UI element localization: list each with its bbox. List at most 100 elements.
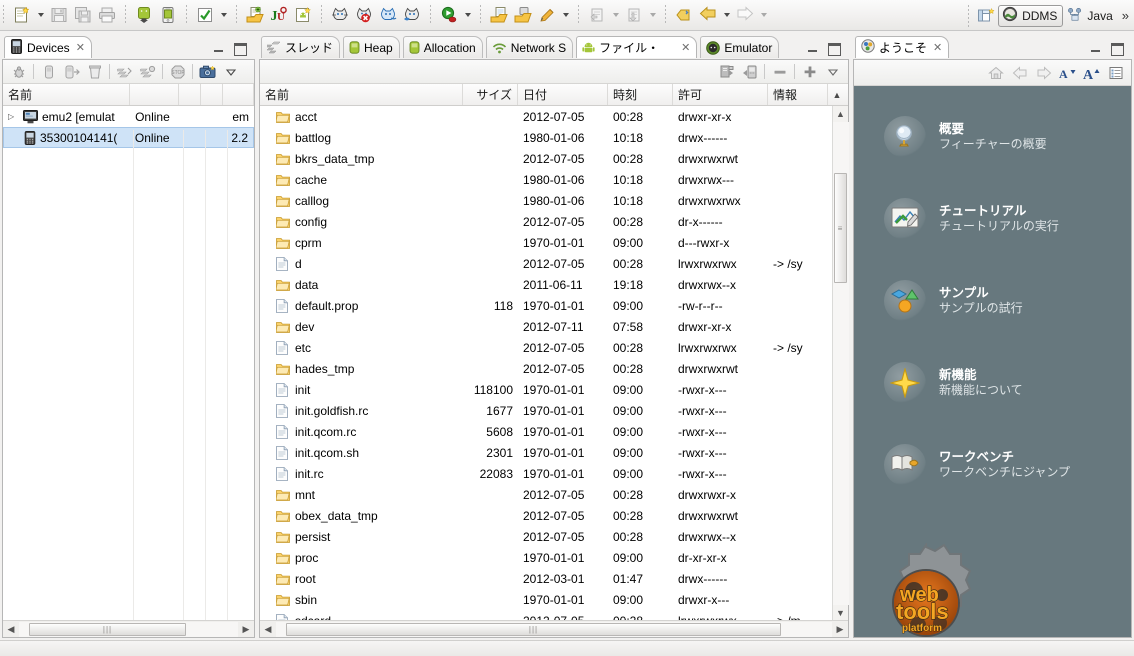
devices-column-header[interactable] <box>201 84 223 105</box>
font-larger-icon[interactable]: A <box>1081 62 1103 84</box>
last-edit-location-icon[interactable] <box>672 3 696 27</box>
devices-hscrollbar[interactable]: ◀ ||| ▶ <box>3 620 254 637</box>
explorer-table-row[interactable]: init.qcom.sh 2301 1970-01-01 09:00 -rwxr-x--… <box>260 442 832 463</box>
file-name-cell[interactable]: calllog <box>260 194 463 208</box>
scroll-up-icon[interactable]: ▲ <box>836 106 845 122</box>
pull-file-icon[interactable] <box>715 61 738 83</box>
explorer-column-header[interactable]: 名前 <box>260 84 463 105</box>
file-name-cell[interactable]: dev <box>260 320 463 334</box>
explorer-table-row[interactable]: init 118100 1970-01-01 09:00 -rwxr-x--- <box>260 379 832 400</box>
explorer-column-header[interactable]: サイズ <box>463 84 518 105</box>
explorer-column-header[interactable]: 情報 <box>768 84 828 105</box>
tab-ファイル・[interactable]: ファイル・ ✕ <box>576 36 698 58</box>
pencil-icon[interactable] <box>535 3 559 27</box>
devices-column-header[interactable] <box>130 84 180 105</box>
view-menu-icon[interactable] <box>821 61 844 83</box>
file-name-cell[interactable]: config <box>260 215 463 229</box>
file-name-cell[interactable]: d <box>260 257 463 271</box>
welcome-item-4[interactable]: 新機能 新機能について <box>884 362 1023 404</box>
explorer-table-row[interactable]: data 2011-06-11 19:18 drwxrwx--x <box>260 274 832 295</box>
close-icon[interactable]: ✕ <box>933 41 942 54</box>
tab-welcome[interactable]: ようこそ ✕ <box>855 36 950 58</box>
file-name-cell[interactable]: init.rc <box>260 467 463 481</box>
scroll-track[interactable]: ≡ <box>832 122 849 605</box>
perspective-tab-java[interactable]: Java <box>1063 5 1118 27</box>
tab-Heap[interactable]: Heap <box>343 36 400 58</box>
perspective-tab-ddms[interactable]: DDMS <box>998 4 1064 27</box>
screen-capture-icon[interactable] <box>196 61 219 83</box>
explorer-table-row[interactable]: mnt 2012-07-05 00:28 drwxrwxr-x <box>260 484 832 505</box>
scroll-left-icon[interactable]: ◀ <box>3 622 19 637</box>
maximize-icon[interactable] <box>827 41 841 56</box>
file-name-cell[interactable]: root <box>260 572 463 586</box>
file-name-cell[interactable]: persist <box>260 530 463 544</box>
explorer-table-row[interactable]: cprm 1970-01-01 09:00 d---rwxr-x <box>260 232 832 253</box>
maximize-icon[interactable] <box>233 41 247 56</box>
file-name-cell[interactable]: etc <box>260 341 463 355</box>
new-wizard-dropdown-icon[interactable] <box>34 3 47 27</box>
welcome-item-1[interactable]: 概要 フィーチャーの概要 <box>884 116 1047 158</box>
file-name-cell[interactable]: battlog <box>260 131 463 145</box>
explorer-hscrollbar[interactable]: ◀ ||| ▶ <box>260 620 848 637</box>
run-icon[interactable] <box>437 3 461 27</box>
scroll-thumb[interactable]: ≡ <box>833 173 847 283</box>
validate-dropdown-icon[interactable] <box>217 3 230 27</box>
device-name-cell[interactable]: 35300104141( <box>4 130 130 145</box>
run-dropdown-icon[interactable] <box>461 3 474 27</box>
explorer-table-row[interactable]: etc 2012-07-05 00:28 lrwxrwxrwx -> /sy <box>260 337 832 358</box>
new-android-project-icon[interactable] <box>291 3 315 27</box>
explorer-column-header[interactable]: 許可 <box>673 84 768 105</box>
scroll-thumb[interactable]: ||| <box>29 622 186 636</box>
explorer-table-row[interactable]: proc 1970-01-01 09:00 dr-xr-xr-x <box>260 547 832 568</box>
android-avd-manager-icon[interactable] <box>156 3 180 27</box>
devices-table-row[interactable]: ▷ emu2 [emulat Online em <box>3 106 254 127</box>
close-icon[interactable]: ✕ <box>681 41 690 54</box>
minimize-icon[interactable] <box>212 41 225 54</box>
explorer-table-row[interactable]: default.prop 118 1970-01-01 09:00 -rw-r--r-- <box>260 295 832 316</box>
file-name-cell[interactable]: mnt <box>260 488 463 502</box>
file-name-cell[interactable]: init.goldfish.rc <box>260 404 463 418</box>
customize-page-icon[interactable] <box>1105 62 1127 84</box>
explorer-table-body[interactable]: acct 2012-07-05 00:28 drwxr-xr-x battlog 1980… <box>260 106 832 621</box>
scroll-left-icon[interactable]: ◀ <box>260 622 276 637</box>
sort-indicator-icon[interactable]: ▲ <box>828 84 846 105</box>
push-file-icon[interactable] <box>738 61 761 83</box>
devices-table-row[interactable]: 35300104141(Online 2.2 <box>3 127 254 148</box>
explorer-table-row[interactable]: hades_tmp 2012-07-05 00:28 drwxrwxrwt <box>260 358 832 379</box>
back-icon[interactable] <box>696 3 720 27</box>
explorer-table-row[interactable]: acct 2012-07-05 00:28 drwxr-xr-x <box>260 106 832 127</box>
file-name-cell[interactable]: acct <box>260 110 463 124</box>
file-name-cell[interactable]: obex_data_tmp <box>260 509 463 523</box>
pencil-dropdown-icon[interactable] <box>559 3 572 27</box>
welcome-item-3[interactable]: サンプル サンプルの試行 <box>884 280 1023 322</box>
cat-icon[interactable] <box>328 3 352 27</box>
explorer-table-row[interactable]: config 2012-07-05 00:28 dr-x------ <box>260 211 832 232</box>
new-wizard-icon[interactable] <box>10 3 34 27</box>
welcome-item-5[interactable]: ワークベンチ ワークベンチにジャンプ <box>884 444 1070 486</box>
new-folder-plus-icon[interactable] <box>798 61 821 83</box>
open-type-icon[interactable] <box>243 3 267 27</box>
explorer-table-row[interactable]: cache 1980-01-06 10:18 drwxrwx--- <box>260 169 832 190</box>
open-perspective-folder-icon[interactable] <box>487 3 511 27</box>
minimize-icon[interactable] <box>1089 41 1102 54</box>
explorer-table-row[interactable]: calllog 1980-01-06 10:18 drwxrwxrwx <box>260 190 832 211</box>
devices-column-header[interactable] <box>223 84 254 105</box>
devices-column-header[interactable]: 名前 <box>3 84 131 105</box>
folder-yellow-icon[interactable] <box>511 3 535 27</box>
file-name-cell[interactable]: hades_tmp <box>260 362 463 376</box>
perspective-more-button[interactable]: » <box>1119 8 1132 23</box>
open-perspective-icon[interactable] <box>974 4 998 28</box>
scroll-down-icon[interactable]: ▼ <box>836 605 845 621</box>
tab-Network-S[interactable]: Network S <box>485 36 574 58</box>
file-name-cell[interactable]: init <box>260 383 463 397</box>
tab-Allocation[interactable]: Allocation <box>402 36 483 58</box>
check-green-icon[interactable] <box>193 3 217 27</box>
file-name-cell[interactable]: init.qcom.sh <box>260 446 463 460</box>
devices-table-body[interactable]: ▷ emu2 [emulat Online em 35300104141(Online 2… <box>3 106 254 546</box>
explorer-table-row[interactable]: dev 2012-07-11 07:58 drwxr-xr-x <box>260 316 832 337</box>
file-name-cell[interactable]: cprm <box>260 236 463 250</box>
junit-icon[interactable]: JU <box>267 3 291 27</box>
scroll-thumb[interactable]: ||| <box>286 622 781 636</box>
welcome-item-2[interactable]: チュートリアル チュートリアルの実行 <box>884 198 1059 240</box>
devices-column-header[interactable] <box>179 84 201 105</box>
